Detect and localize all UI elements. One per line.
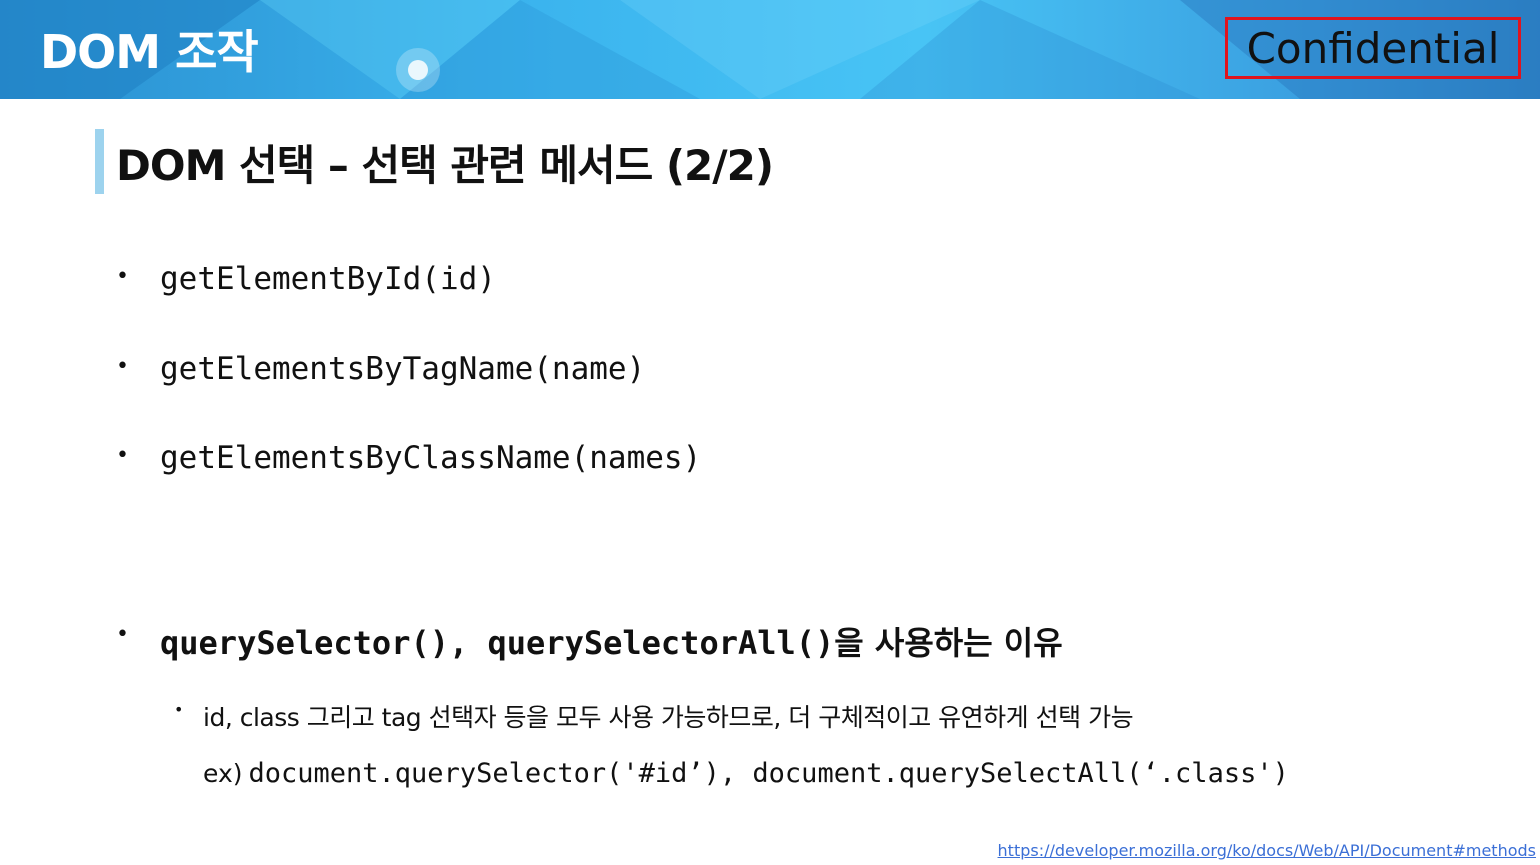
bullet-icon: • bbox=[116, 264, 129, 289]
bullet-icon: • bbox=[116, 622, 129, 647]
bullet-icon: • bbox=[116, 354, 129, 379]
section-title: DOM 조작 bbox=[40, 25, 259, 79]
method-get-elements-by-class-name: getElementsByClassName(names) bbox=[160, 440, 702, 476]
bullet-icon: • bbox=[116, 443, 129, 468]
slide-title: DOM 선택 – 선택 관련 메서드 (2/2) bbox=[116, 141, 774, 190]
confidential-label: Confidential bbox=[1225, 17, 1521, 79]
query-selector-reason: 을 사용하는 이유 bbox=[834, 624, 1063, 662]
reference-link[interactable]: https://developer.mozilla.org/ko/docs/We… bbox=[998, 841, 1536, 860]
header-banner: DOM 조작 Confidential bbox=[0, 0, 1540, 99]
method-get-elements-by-tag-name: getElementsByTagName(name) bbox=[160, 351, 646, 387]
query-selector-code: querySelector(), querySelectorAll() bbox=[160, 624, 835, 662]
sub-bullet-icon: • bbox=[174, 700, 184, 719]
method-get-element-by-id: getElementById(id) bbox=[160, 261, 496, 297]
query-selector-item: querySelector(), querySelectorAll()을 사용하… bbox=[160, 618, 1063, 664]
query-selector-explanation: id, class 그리고 tag 선택자 등을 모두 사용 가능하므로, 더 … bbox=[203, 703, 1134, 732]
example-prefix: ex) bbox=[203, 759, 243, 788]
example-line: ex) document.querySelector('#id’), docume… bbox=[203, 758, 1289, 789]
title-accent-bar bbox=[95, 129, 104, 194]
example-code: document.querySelector('#id’), document.… bbox=[248, 758, 1289, 789]
